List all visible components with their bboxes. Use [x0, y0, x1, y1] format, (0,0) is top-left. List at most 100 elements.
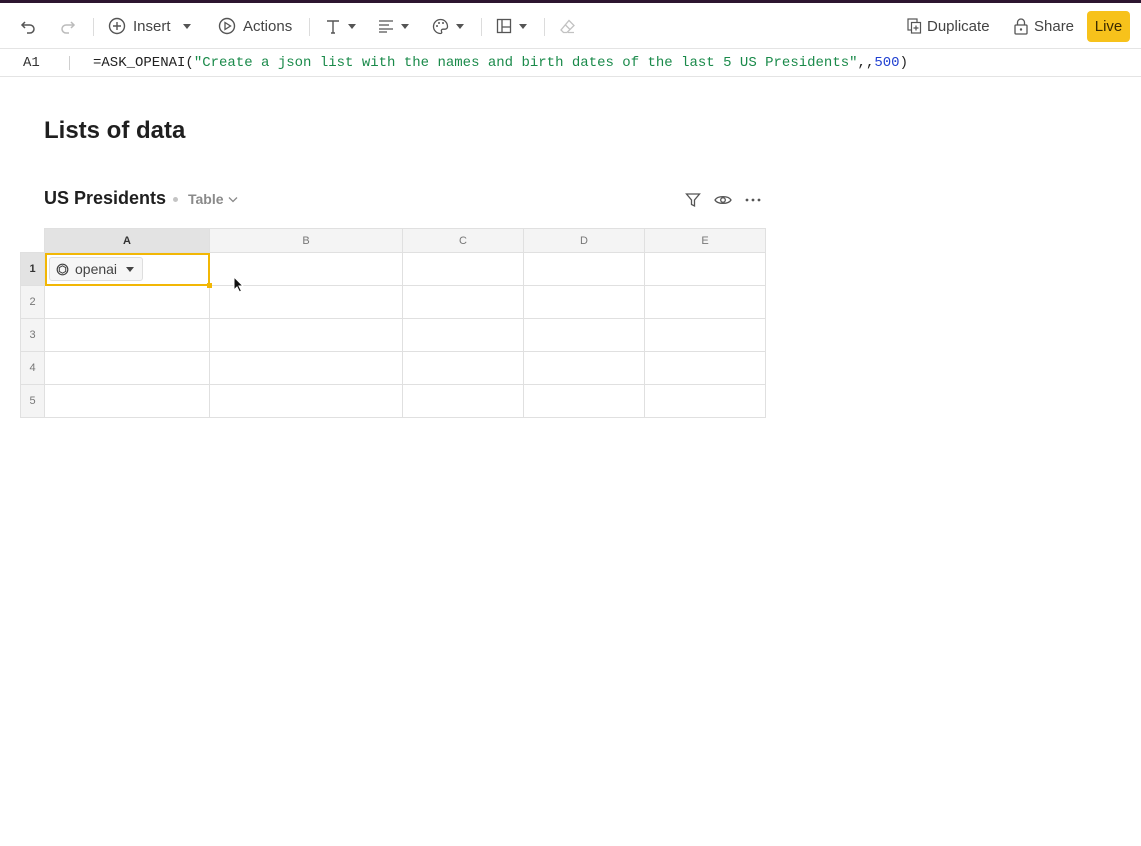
chip-label: openai: [75, 261, 118, 277]
cell-c1[interactable]: [402, 252, 524, 286]
cell-c2[interactable]: [402, 285, 524, 319]
align-button[interactable]: [378, 3, 409, 49]
formula-separator: ,,: [857, 55, 875, 71]
toolbar-divider: [544, 18, 545, 36]
redo-icon: [59, 18, 76, 35]
insert-label: Insert: [133, 17, 171, 35]
cell-reference[interactable]: A1: [23, 55, 40, 71]
visibility-button[interactable]: [713, 190, 733, 210]
chevron-down-icon: [126, 266, 135, 272]
more-options-button[interactable]: [743, 190, 763, 210]
formula-input[interactable]: =ASK_OPENAI("Create a json list with the…: [93, 55, 908, 71]
redo-button[interactable]: [59, 3, 76, 49]
lock-icon: [1014, 17, 1028, 35]
cell-e4[interactable]: [644, 351, 766, 385]
layout-button[interactable]: [496, 3, 527, 49]
filter-button[interactable]: [683, 190, 703, 210]
toolbar-divider: [481, 18, 482, 36]
row-header-1[interactable]: 1: [20, 252, 45, 286]
formula-string: "Create a json list with the names and b…: [193, 55, 858, 71]
align-icon: [378, 19, 394, 33]
eraser-icon: [559, 18, 576, 35]
cell-c3[interactable]: [402, 318, 524, 352]
text-format-button[interactable]: [325, 3, 356, 49]
row-header-5[interactable]: 5: [20, 384, 45, 418]
row-header-3[interactable]: 3: [20, 318, 45, 352]
view-label: Table: [188, 191, 224, 207]
chevron-down-icon: [401, 23, 409, 29]
share-label: Share: [1034, 17, 1075, 35]
column-header-row: A B C D E: [20, 228, 766, 253]
column-header-e[interactable]: E: [644, 228, 766, 253]
cell-d1[interactable]: [523, 252, 645, 286]
cell-e3[interactable]: [644, 318, 766, 352]
mouse-cursor-icon: [233, 275, 245, 298]
column-header-a[interactable]: A: [44, 228, 210, 253]
actions-label: Actions: [243, 17, 293, 35]
title-separator-dot: [173, 197, 178, 202]
cell-a4[interactable]: [44, 351, 210, 385]
layout-icon: [496, 18, 512, 34]
insert-button[interactable]: Insert: [108, 3, 191, 49]
table-row: 4: [20, 351, 766, 385]
grid-corner: [20, 228, 45, 253]
table-row: 5: [20, 384, 766, 418]
undo-button[interactable]: [20, 3, 37, 49]
chevron-down-icon: [456, 23, 464, 29]
cell-a3[interactable]: [44, 318, 210, 352]
play-circle-icon: [218, 17, 236, 35]
view-switcher[interactable]: Table: [188, 191, 238, 207]
formula-bar-divider: [69, 56, 70, 70]
duplicate-button[interactable]: Duplicate: [907, 3, 990, 49]
more-horizontal-icon: [745, 198, 761, 202]
undo-icon: [20, 18, 37, 35]
cell-b4[interactable]: [209, 351, 403, 385]
cell-c5[interactable]: [402, 384, 524, 418]
duplicate-icon: [907, 18, 922, 34]
cell-e1[interactable]: [644, 252, 766, 286]
share-button[interactable]: Share: [1014, 3, 1074, 49]
row-header-2[interactable]: 2: [20, 285, 45, 319]
column-header-c[interactable]: C: [402, 228, 524, 253]
duplicate-label: Duplicate: [927, 17, 990, 35]
formula-bar: A1 =ASK_OPENAI("Create a json list with …: [0, 50, 1141, 77]
openai-chip[interactable]: openai: [49, 257, 144, 281]
live-button[interactable]: Live: [1087, 11, 1130, 42]
page-title: Lists of data: [44, 117, 186, 144]
chevron-down-icon: [348, 23, 356, 29]
table-row: 3: [20, 318, 766, 352]
row-header-4[interactable]: 4: [20, 351, 45, 385]
formula-prefix: =ASK_OPENAI(: [93, 55, 194, 71]
table-title[interactable]: US Presidents: [44, 188, 166, 209]
chevron-down-icon: [519, 23, 527, 29]
table-row: 1 openai: [20, 252, 766, 288]
color-button[interactable]: [432, 3, 464, 49]
actions-button[interactable]: Actions: [218, 3, 292, 49]
cell-a5[interactable]: [44, 384, 210, 418]
cell-c4[interactable]: [402, 351, 524, 385]
openai-icon: [56, 263, 69, 275]
cell-a2[interactable]: [44, 285, 210, 319]
chevron-down-icon: [228, 196, 237, 202]
cell-d3[interactable]: [523, 318, 645, 352]
cell-b3[interactable]: [209, 318, 403, 352]
plus-circle-icon: [108, 17, 126, 35]
cell-d2[interactable]: [523, 285, 645, 319]
table-row: 2: [20, 285, 766, 319]
cell-e2[interactable]: [644, 285, 766, 319]
toolbar-divider: [93, 18, 94, 36]
cell-d5[interactable]: [523, 384, 645, 418]
eye-icon: [714, 195, 732, 205]
column-header-b[interactable]: B: [209, 228, 403, 253]
formula-number: 500: [874, 55, 900, 71]
cell-d4[interactable]: [523, 351, 645, 385]
clear-format-button[interactable]: [559, 3, 576, 49]
cell-e5[interactable]: [644, 384, 766, 418]
column-header-d[interactable]: D: [523, 228, 645, 253]
formula-suffix: ): [899, 55, 908, 71]
cell-a1[interactable]: openai: [44, 252, 212, 288]
filter-icon: [685, 193, 701, 208]
palette-icon: [432, 18, 449, 35]
cell-b5[interactable]: [209, 384, 403, 418]
toolbar: Insert Actions Duplicate Share Live: [0, 3, 1141, 49]
